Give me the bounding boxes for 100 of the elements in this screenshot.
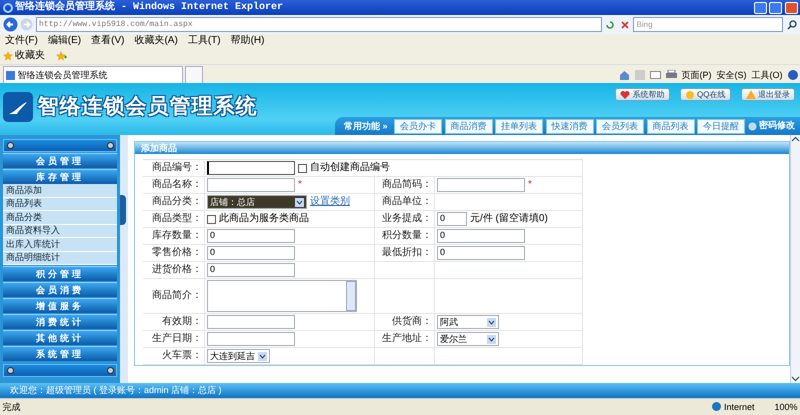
nav-tab[interactable]: 快速消费 [546,118,594,134]
new-tab-button[interactable] [185,66,203,83]
back-icon[interactable] [2,17,18,32]
nav-tab[interactable]: 会员办卡 [394,118,442,134]
sidebar-item[interactable]: 商品添加 [3,184,117,198]
zone-indicator: Internet [712,402,754,412]
menu-item[interactable]: 编辑(E) [48,35,82,47]
input-field[interactable]: 0 [437,246,525,260]
menu-item[interactable]: 文件(F) [5,35,38,47]
welcome-text: 欢迎您：超级管理员 ( 登录账号：admin 店铺：总店 ) [10,385,222,396]
command-menu[interactable]: 工具(O) [752,70,782,80]
field-label: 火车票： [162,350,202,362]
favorites-button[interactable]: 收藏夹 [2,50,45,62]
caret-icon [258,352,266,360]
sidebar-section[interactable]: 系统管理 [3,346,117,361]
sidebar-section[interactable]: 积分管理 [3,266,117,281]
minimize-button[interactable] [754,2,766,14]
print-icon[interactable] [666,70,676,80]
menu-item[interactable]: 查看(V) [91,35,124,47]
input-field[interactable]: 0 [437,212,467,226]
input-field[interactable] [207,161,295,175]
globe-icon [712,402,722,412]
caret-icon [487,334,496,344]
field-label: 生产日期： [152,333,202,345]
field-label: 库存数量： [152,230,202,242]
top-button[interactable]: 退出登录 [740,88,795,101]
menu-item[interactable]: 帮助(H) [230,35,264,47]
unit-text: 元/件 (留空请填0) [470,213,548,225]
field-label: 商品单位： [382,196,432,208]
required-mark: * [298,179,302,191]
menu-item[interactable]: 工具(T) [188,35,221,47]
input-field[interactable]: 0 [207,229,295,243]
window-title: 智络连锁会员管理系统 - Windows Internet Explorer [15,2,284,14]
add-favorite-icon[interactable] [56,51,66,61]
field-label: 进货价格： [152,264,202,276]
scroll-down-icon[interactable] [791,374,800,383]
input-field[interactable] [207,315,295,329]
zoom-level[interactable]: 100% [774,402,798,412]
nav-tab[interactable]: 会员列表 [596,118,644,134]
menu-item[interactable]: 收藏夹(A) [134,35,178,47]
caret-icon [487,318,496,326]
sidebar-item[interactable]: 商品资料导入 [3,224,117,238]
sidebar-section[interactable]: 库存管理 [3,169,117,184]
scroll-up-icon[interactable] [791,135,800,144]
address-field[interactable]: http://www.vip5918.com/main.aspx [36,17,602,32]
input-field[interactable] [207,178,295,192]
command-menu[interactable]: 安全(S) [716,70,746,80]
input-field[interactable] [207,332,295,346]
sidebar-item[interactable]: 商品列表 [3,198,117,211]
sidebar-section[interactable]: 会员消费 [3,282,117,297]
top-button[interactable]: 系统帮助 [615,88,670,101]
mail-icon[interactable] [650,71,660,80]
input-field[interactable]: 0 [207,263,295,277]
textarea-field[interactable] [207,280,357,312]
checkbox[interactable] [207,214,216,224]
top-button[interactable]: QQ在线 [680,88,730,101]
dropdown[interactable]: 阿武 [437,315,499,329]
sidebar-section[interactable]: 会员管理 [3,153,117,168]
collapse-handle[interactable] [120,195,126,225]
dropdown[interactable]: 大连到延吉 [207,349,270,363]
ie-icon [2,2,12,12]
sidebar-section[interactable]: 消费统计 [3,314,117,329]
sidebar-item[interactable]: 商品明细统计 [3,252,117,265]
nav-tab[interactable]: 商品列表 [646,118,694,134]
sidebar-item[interactable]: 出库入库统计 [3,238,117,252]
field-label: 零售价格： [152,247,202,259]
field-label: 商品分类： [152,196,202,208]
sidebar-item[interactable]: 商品分类 [3,211,117,224]
dropdown[interactable]: 爱尔兰 [437,332,499,346]
required-mark: * [528,179,532,191]
command-menu[interactable]: 页面(P) [682,70,712,80]
sidebar-section[interactable]: 其他统计 [3,330,117,345]
nav-tab[interactable]: 挂单列表 [495,118,543,134]
field-label: 业务提成： [382,213,432,225]
status-text: 完成 [2,402,22,412]
input-field[interactable] [437,178,525,192]
home-icon[interactable] [618,70,630,80]
category-link[interactable]: 设置类别 [310,196,350,208]
star-icon [2,51,12,61]
logo-icon [2,92,32,122]
scrollbar[interactable] [790,135,800,383]
field-label: 最低折扣： [382,247,432,259]
field-label: 积分数量： [382,230,432,242]
dropdown[interactable]: 店铺：总店 [207,195,307,209]
input-field[interactable]: 0 [207,246,295,260]
checkbox[interactable] [298,164,307,172]
browser-tab[interactable]: 智络连锁会员管理系统 [2,66,182,83]
quick-menu-label: 常用功能 » [342,120,388,132]
nav-tab[interactable]: 商品消费 [444,118,492,134]
close-button[interactable] [784,2,798,14]
search-icon[interactable] [786,18,798,30]
page-icon [6,70,15,80]
nav-tab[interactable]: 今日提醒 [697,118,745,134]
maximize-button[interactable] [769,2,782,14]
refresh-icon[interactable] [604,18,616,30]
input-field[interactable]: 0 [437,229,525,243]
stop-icon[interactable] [618,18,630,30]
sidebar-section[interactable]: 增值服务 [3,298,117,313]
password-button[interactable]: 密码修改 [748,119,795,133]
field-label: 商品简码： [382,179,432,191]
